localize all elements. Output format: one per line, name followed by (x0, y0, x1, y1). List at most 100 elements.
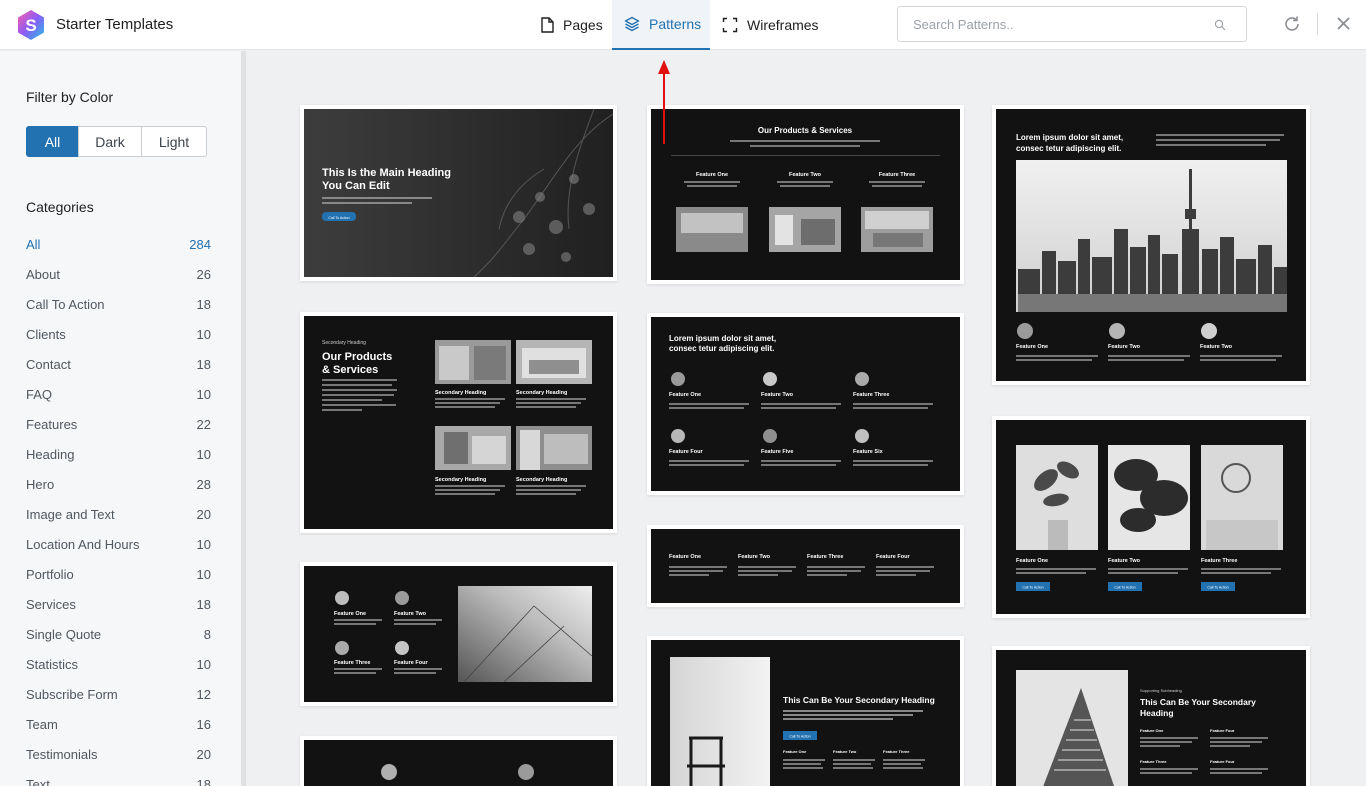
sidebar-scrollbar[interactable] (241, 51, 246, 786)
category-item-text[interactable]: Text 18 (26, 769, 211, 786)
category-label: Testimonials (26, 746, 98, 762)
svg-text:Call To Action: Call To Action (789, 735, 810, 739)
search-input[interactable] (898, 7, 1198, 41)
category-label: Contact (26, 356, 71, 372)
pattern-card[interactable]: Secondary Heading Our Products & Service… (300, 312, 617, 533)
category-label: Image and Text (26, 506, 115, 522)
svg-text:Feature Four: Feature Four (1210, 759, 1235, 764)
category-count: 22 (196, 416, 211, 432)
filter-by-color-title: Filter by Color (26, 89, 114, 105)
category-count: 26 (196, 266, 211, 282)
pattern-card[interactable]: Lorem ipsum dolor sit amet, consec tetur… (992, 105, 1310, 385)
svg-text:Secondary Heading: Secondary Heading (435, 477, 486, 483)
svg-text:Feature Three: Feature Three (883, 749, 910, 754)
close-icon[interactable] (1336, 16, 1351, 31)
color-filter-all[interactable]: All (26, 126, 79, 157)
pattern-card[interactable]: Supporting Subheading This Can Be Your S… (992, 646, 1310, 786)
category-item-call-to-action[interactable]: Call To Action 18 (26, 289, 211, 319)
svg-text:Feature One: Feature One (1016, 558, 1048, 564)
svg-text:Feature Two: Feature Two (738, 554, 771, 560)
svg-text:Feature One: Feature One (696, 172, 728, 178)
svg-text:Call To Action: Call To Action (1207, 586, 1228, 590)
svg-text:Feature One: Feature One (1140, 728, 1164, 733)
pattern-card[interactable]: Lorem ipsum dolor sit amet, consec tetur… (647, 313, 964, 495)
refresh-icon[interactable] (1283, 15, 1301, 33)
svg-text:Feature Three: Feature Three (879, 172, 915, 178)
category-count: 10 (196, 566, 211, 582)
svg-text:Call To Action: Call To Action (1022, 586, 1043, 590)
svg-text:Heading: Heading (1140, 708, 1174, 718)
annotation-arrow (658, 60, 670, 144)
category-label: Hero (26, 476, 55, 492)
category-item-about[interactable]: About 26 (26, 259, 211, 289)
category-label: Statistics (26, 656, 79, 672)
category-item-subscribe-form[interactable]: Subscribe Form 12 (26, 679, 211, 709)
category-item-services[interactable]: Services 18 (26, 589, 211, 619)
svg-text:consec tetur adipiscing elit.: consec tetur adipiscing elit. (1016, 144, 1121, 153)
svg-text:Feature Two: Feature Two (1200, 344, 1233, 350)
category-label: Location And Hours (26, 536, 140, 552)
pattern-card[interactable]: This Can Be Your Secondary Heading Call … (647, 636, 964, 786)
category-item-testimonials[interactable]: Testimonials 20 (26, 739, 211, 769)
svg-text:Secondary Heading: Secondary Heading (516, 390, 567, 396)
category-item-clients[interactable]: Clients 10 (26, 319, 211, 349)
svg-text:Feature Three: Feature Three (1201, 558, 1237, 564)
category-count: 10 (196, 386, 211, 402)
category-item-features[interactable]: Features 22 (26, 409, 211, 439)
categories-title: Categories (26, 199, 94, 215)
category-item-contact[interactable]: Contact 18 (26, 349, 211, 379)
svg-text:Lorem ipsum dolor sit amet,: Lorem ipsum dolor sit amet, (1016, 133, 1123, 142)
svg-text:Feature Three: Feature Three (807, 554, 843, 560)
pattern-card[interactable] (300, 736, 617, 786)
category-count: 284 (189, 236, 211, 252)
svg-text:Feature Four: Feature Four (1210, 728, 1235, 733)
pattern-card[interactable]: This Is the Main Heading You Can Edit Ca… (300, 105, 617, 281)
svg-text:consec tetur adipiscing elit.: consec tetur adipiscing elit. (669, 344, 774, 353)
category-item-all[interactable]: All 284 (26, 229, 211, 259)
pattern-card[interactable]: Feature One Feature Two Feature Three Ca… (992, 416, 1310, 618)
tab-patterns[interactable]: Patterns (612, 0, 710, 50)
category-count: 18 (196, 596, 211, 612)
pattern-preview: Lorem ipsum dolor sit amet, consec tetur… (1016, 133, 1287, 361)
category-item-statistics[interactable]: Statistics 10 (26, 649, 211, 679)
svg-text:Feature One: Feature One (783, 749, 807, 754)
hero-heading-1: This Is the Main Heading (322, 167, 451, 179)
tab-wireframes[interactable]: Wireframes (722, 0, 819, 50)
category-item-image-and-text[interactable]: Image and Text 20 (26, 499, 211, 529)
category-label: Heading (26, 446, 75, 462)
tab-pages[interactable]: Pages (540, 0, 603, 50)
color-filter-group: All Dark Light (26, 126, 207, 157)
category-item-heading[interactable]: Heading 10 (26, 439, 211, 469)
pattern-card[interactable]: Feature One Feature Two Feature Three Fe… (647, 525, 964, 607)
category-label: About (26, 266, 60, 282)
category-item-hero[interactable]: Hero 28 (26, 469, 211, 499)
color-filter-light[interactable]: Light (141, 126, 207, 157)
tab-pages-label: Pages (563, 17, 603, 33)
svg-text:Feature Four: Feature Four (876, 554, 910, 560)
pattern-card[interactable]: Our Products & Services Feature One Feat… (647, 105, 964, 284)
category-list: All 284 About 26 Call To Action 18 Clients 10 Co… (26, 229, 211, 786)
category-item-portfolio[interactable]: Portfolio 10 (26, 559, 211, 589)
svg-text:Secondary Heading: Secondary Heading (435, 390, 486, 396)
category-label: Call To Action (26, 296, 105, 312)
svg-text:Feature One: Feature One (669, 554, 701, 560)
pattern-preview: Supporting Subheading This Can Be Your S… (1016, 670, 1268, 786)
search-icon[interactable] (1214, 19, 1226, 31)
category-label: Features (26, 416, 78, 432)
sidebar: Filter by Color All Dark Light Categorie… (0, 51, 241, 786)
category-label: Services (26, 596, 76, 612)
category-item-team[interactable]: Team 16 (26, 709, 211, 739)
top-bar: S Starter Templates Pages Patterns Wiref… (0, 0, 1366, 50)
category-count: 10 (196, 536, 211, 552)
svg-text:This Can Be Your Secondary: This Can Be Your Secondary (1140, 697, 1256, 707)
category-count: 20 (196, 506, 211, 522)
category-item-single-quote[interactable]: Single Quote 8 (26, 619, 211, 649)
tab-patterns-label: Patterns (649, 16, 702, 32)
color-filter-dark[interactable]: Dark (78, 126, 142, 157)
category-count: 18 (196, 356, 211, 372)
category-item-faq[interactable]: FAQ 10 (26, 379, 211, 409)
pattern-card[interactable]: Feature One Feature Two Feature Three Fe… (300, 562, 617, 706)
hero-heading-2: You Can Edit (322, 180, 390, 192)
category-item-location-and-hours[interactable]: Location And Hours 10 (26, 529, 211, 559)
category-count: 18 (196, 296, 211, 312)
